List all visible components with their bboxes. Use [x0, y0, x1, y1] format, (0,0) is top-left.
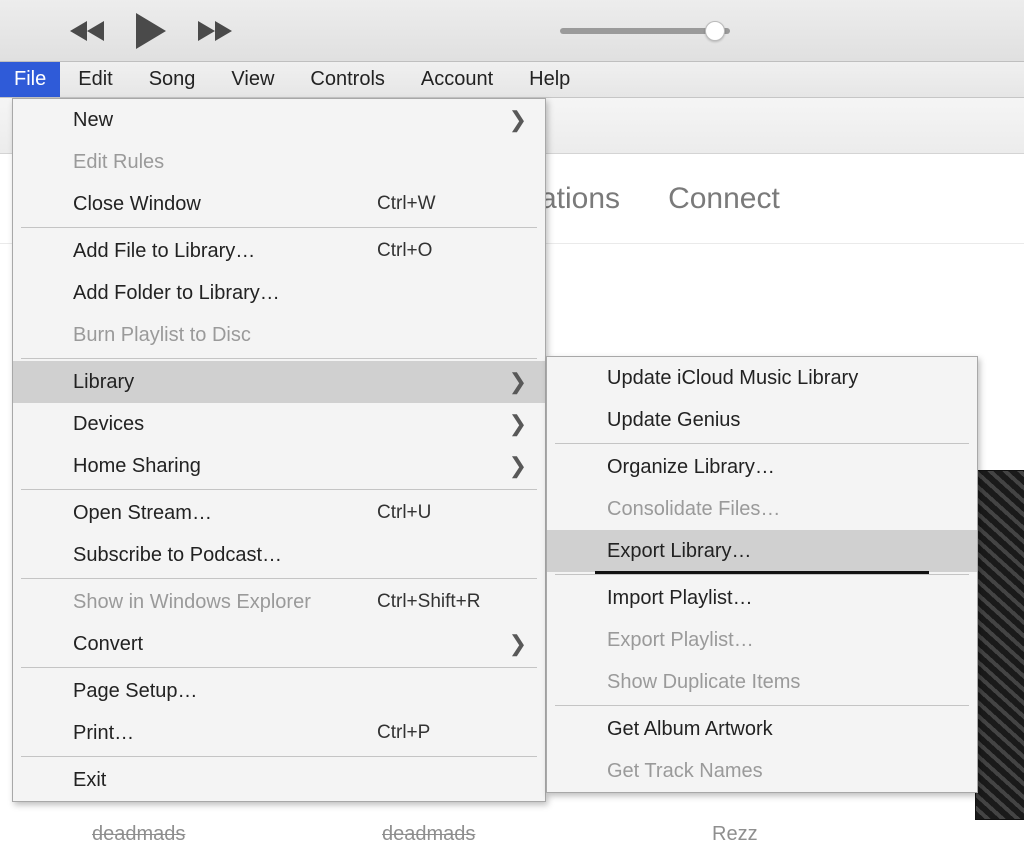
menu-item-label: Edit Rules [73, 151, 527, 174]
menu-item-shortcut: Ctrl+P [377, 722, 527, 744]
playback-toolbar [0, 0, 1024, 62]
menu-item-label: Home Sharing [73, 455, 507, 478]
menu-item-label: Close Window [73, 193, 377, 216]
volume-slider[interactable] [560, 28, 730, 34]
menu-item[interactable]: Library❯ [13, 361, 545, 403]
menu-item-label: Convert [73, 633, 507, 656]
menu-item[interactable]: Exit [13, 759, 545, 801]
menu-item-label: Import Playlist… [607, 587, 951, 610]
menu-item-shortcut: Ctrl+O [377, 240, 527, 262]
menu-item-label: Organize Library… [607, 456, 951, 479]
artists-row: deadmads deadmads Rezz [0, 816, 1024, 852]
menubar-item-file[interactable]: File [0, 62, 60, 97]
menu-separator [21, 489, 537, 490]
menu-item-label: Get Track Names [607, 760, 951, 783]
chevron-right-icon: ❯ [507, 107, 527, 133]
menu-item[interactable]: Organize Library… [547, 446, 977, 488]
menu-item: Show in Windows ExplorerCtrl+Shift+R [13, 581, 545, 623]
menubar-item-account[interactable]: Account [403, 62, 511, 97]
menu-item-label: Subscribe to Podcast… [73, 544, 527, 567]
file-menu: New❯Edit RulesClose WindowCtrl+WAdd File… [12, 98, 546, 802]
chevron-right-icon: ❯ [507, 631, 527, 657]
menu-item-label: Show Duplicate Items [607, 671, 951, 694]
menu-separator [555, 443, 969, 444]
nav-tab-fragment[interactable]: ations [540, 182, 620, 216]
menu-item: Consolidate Files… [547, 488, 977, 530]
menu-item: Burn Playlist to Disc [13, 314, 545, 356]
menu-item-label: Print… [73, 722, 377, 745]
menu-item[interactable]: Export Library… [547, 530, 977, 572]
chevron-right-icon: ❯ [507, 453, 527, 479]
menu-separator [21, 667, 537, 668]
menu-item-label: Consolidate Files… [607, 498, 951, 521]
menu-separator [21, 756, 537, 757]
menubar-item-view[interactable]: View [213, 62, 292, 97]
chevron-right-icon: ❯ [507, 369, 527, 395]
playback-controls [70, 11, 232, 51]
menu-item[interactable]: Update iCloud Music Library [547, 357, 977, 399]
menu-item-label: Page Setup… [73, 680, 527, 703]
menu-separator [555, 705, 969, 706]
menubar-item-controls[interactable]: Controls [292, 62, 402, 97]
menu-separator [21, 578, 537, 579]
menubar-item-help[interactable]: Help [511, 62, 588, 97]
menu-item-label: Devices [73, 413, 507, 436]
menu-item[interactable]: Add Folder to Library… [13, 272, 545, 314]
previous-track-icon[interactable] [70, 19, 106, 43]
menu-item-label: Update iCloud Music Library [607, 367, 951, 390]
chevron-right-icon: ❯ [507, 411, 527, 437]
menu-item[interactable]: Update Genius [547, 399, 977, 441]
menu-item-label: Exit [73, 769, 527, 792]
menu-item[interactable]: Add File to Library…Ctrl+O [13, 230, 545, 272]
menu-item[interactable]: Print…Ctrl+P [13, 712, 545, 754]
menu-item-shortcut: Ctrl+U [377, 502, 527, 524]
library-submenu: Update iCloud Music Library Update Genius… [546, 356, 978, 793]
menu-item-label: Export Library… [607, 540, 951, 563]
volume-track [560, 28, 730, 34]
menu-item[interactable]: New❯ [13, 99, 545, 141]
menu-item[interactable]: Page Setup… [13, 670, 545, 712]
menu-item[interactable]: Close WindowCtrl+W [13, 183, 545, 225]
nav-tab-connect[interactable]: Connect [668, 182, 780, 216]
menu-item-label: Library [73, 371, 507, 394]
menu-item-label: Open Stream… [73, 502, 377, 525]
menu-separator [555, 574, 969, 575]
menu-item-label: Get Album Artwork [607, 718, 951, 741]
menu-item[interactable]: Home Sharing❯ [13, 445, 545, 487]
annotation-underline [595, 571, 929, 574]
artist-label: deadmads [382, 823, 475, 846]
menu-item: Export Playlist… [547, 619, 977, 661]
menu-item-label: Add File to Library… [73, 240, 377, 263]
menu-item-label: Show in Windows Explorer [73, 591, 377, 614]
menu-item[interactable]: Import Playlist… [547, 577, 977, 619]
menu-item: Edit Rules [13, 141, 545, 183]
menu-item-label: Burn Playlist to Disc [73, 324, 527, 347]
menu-item[interactable]: Convert❯ [13, 623, 545, 665]
artist-label: deadmads [92, 823, 185, 846]
menu-item-shortcut: Ctrl+Shift+R [377, 591, 527, 613]
menu-item-label: New [73, 109, 507, 132]
volume-thumb[interactable] [705, 21, 725, 41]
menu-item[interactable]: Subscribe to Podcast… [13, 534, 545, 576]
menu-item[interactable]: Devices❯ [13, 403, 545, 445]
menu-separator [21, 227, 537, 228]
artist-label: Rezz [712, 823, 758, 846]
menu-item[interactable]: Get Album Artwork [547, 708, 977, 750]
menu-separator [21, 358, 537, 359]
menubar: File Edit Song View Controls Account Hel… [0, 62, 1024, 98]
menu-item-shortcut: Ctrl+W [377, 193, 527, 215]
menu-item-label: Update Genius [607, 409, 951, 432]
menu-item: Get Track Names [547, 750, 977, 792]
menubar-item-song[interactable]: Song [131, 62, 214, 97]
menubar-item-edit[interactable]: Edit [60, 62, 130, 97]
menu-item[interactable]: Open Stream…Ctrl+U [13, 492, 545, 534]
next-track-icon[interactable] [196, 19, 232, 43]
menu-item-label: Export Playlist… [607, 629, 951, 652]
play-icon[interactable] [134, 11, 168, 51]
album-artwork-thumbnail[interactable] [975, 470, 1024, 820]
menu-item: Show Duplicate Items [547, 661, 977, 703]
menu-item-label: Add Folder to Library… [73, 282, 527, 305]
